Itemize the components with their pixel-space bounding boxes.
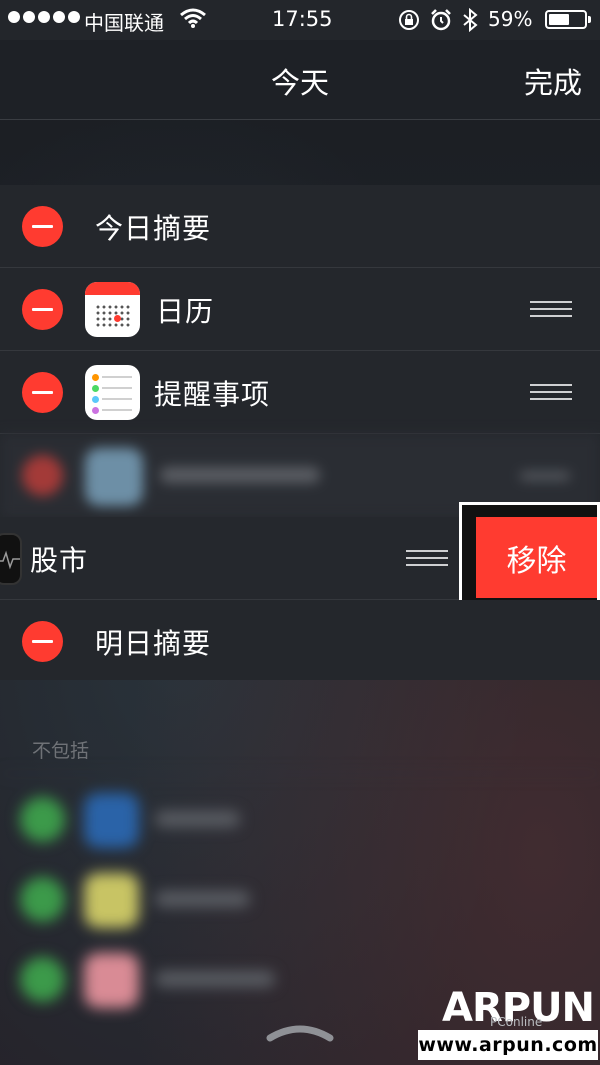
delete-toggle-button[interactable] [22,372,63,413]
blurred-app-icon [84,953,139,1008]
excluded-section-header: 不包括 [32,740,90,762]
widget-label [155,891,250,907]
delete-toggle-button[interactable] [22,621,63,662]
carrier-name: 中国联通 [84,11,164,35]
clock-time: 17:55 [272,7,333,31]
calendar-icon [85,282,140,337]
delete-toggle-button[interactable] [22,206,63,247]
widget-label: 股市 [30,544,89,577]
widget-label [155,971,275,987]
widget-label [160,467,320,483]
widget-row-tomorrow-summary: 明日摘要 [0,600,600,680]
reorder-handle-icon[interactable] [406,550,448,567]
battery-percentage: 59% [488,7,533,31]
bluetooth-icon [463,8,478,32]
status-bar: 中国联通 17:55 59% [0,0,600,40]
add-toggle-button[interactable] [20,957,65,1002]
widget-label: 提醒事项 [154,378,271,411]
blurred-app-icon [84,793,139,848]
rotation-lock-icon [399,10,419,30]
done-button[interactable]: 完成 [524,60,582,102]
add-toggle-button[interactable] [20,877,65,922]
blurred-app-icon [85,448,143,506]
widget-row-calendar: 日历 [0,268,600,351]
wifi-icon [180,8,206,33]
widget-label [155,811,240,827]
reorder-handle-icon[interactable] [530,384,572,401]
watermark-url: www.arpun.com [418,1030,598,1060]
excluded-row[interactable] [0,859,600,939]
delete-toggle-button[interactable] [22,289,63,330]
reorder-handle-icon[interactable] [520,472,570,480]
page-title: 今天 [270,66,329,100]
widget-row-today-summary: 今日摘要 [0,185,600,268]
excluded-row[interactable] [0,779,600,859]
widget-label: 今日摘要 [95,212,212,245]
add-toggle-button[interactable] [20,797,65,842]
reorder-handle-icon[interactable] [530,301,572,318]
blurred-app-icon [84,873,139,928]
stocks-icon [0,533,22,585]
widget-label: 明日摘要 [95,627,212,660]
alarm-icon [431,9,451,31]
signal-strength-icon [8,11,80,23]
pull-up-handle-icon[interactable] [266,1020,334,1044]
battery-icon [545,10,591,29]
widget-label: 日历 [156,295,215,328]
watermark-sub: PConline [490,1015,543,1029]
delete-toggle-button[interactable] [22,455,63,496]
navigation-bar: 今天 完成 [0,40,600,120]
widget-row-reminders: 提醒事项 [0,351,600,434]
reminders-icon [85,365,140,420]
excluded-widget-list [0,773,600,1008]
remove-button[interactable]: 移除 [476,517,597,598]
